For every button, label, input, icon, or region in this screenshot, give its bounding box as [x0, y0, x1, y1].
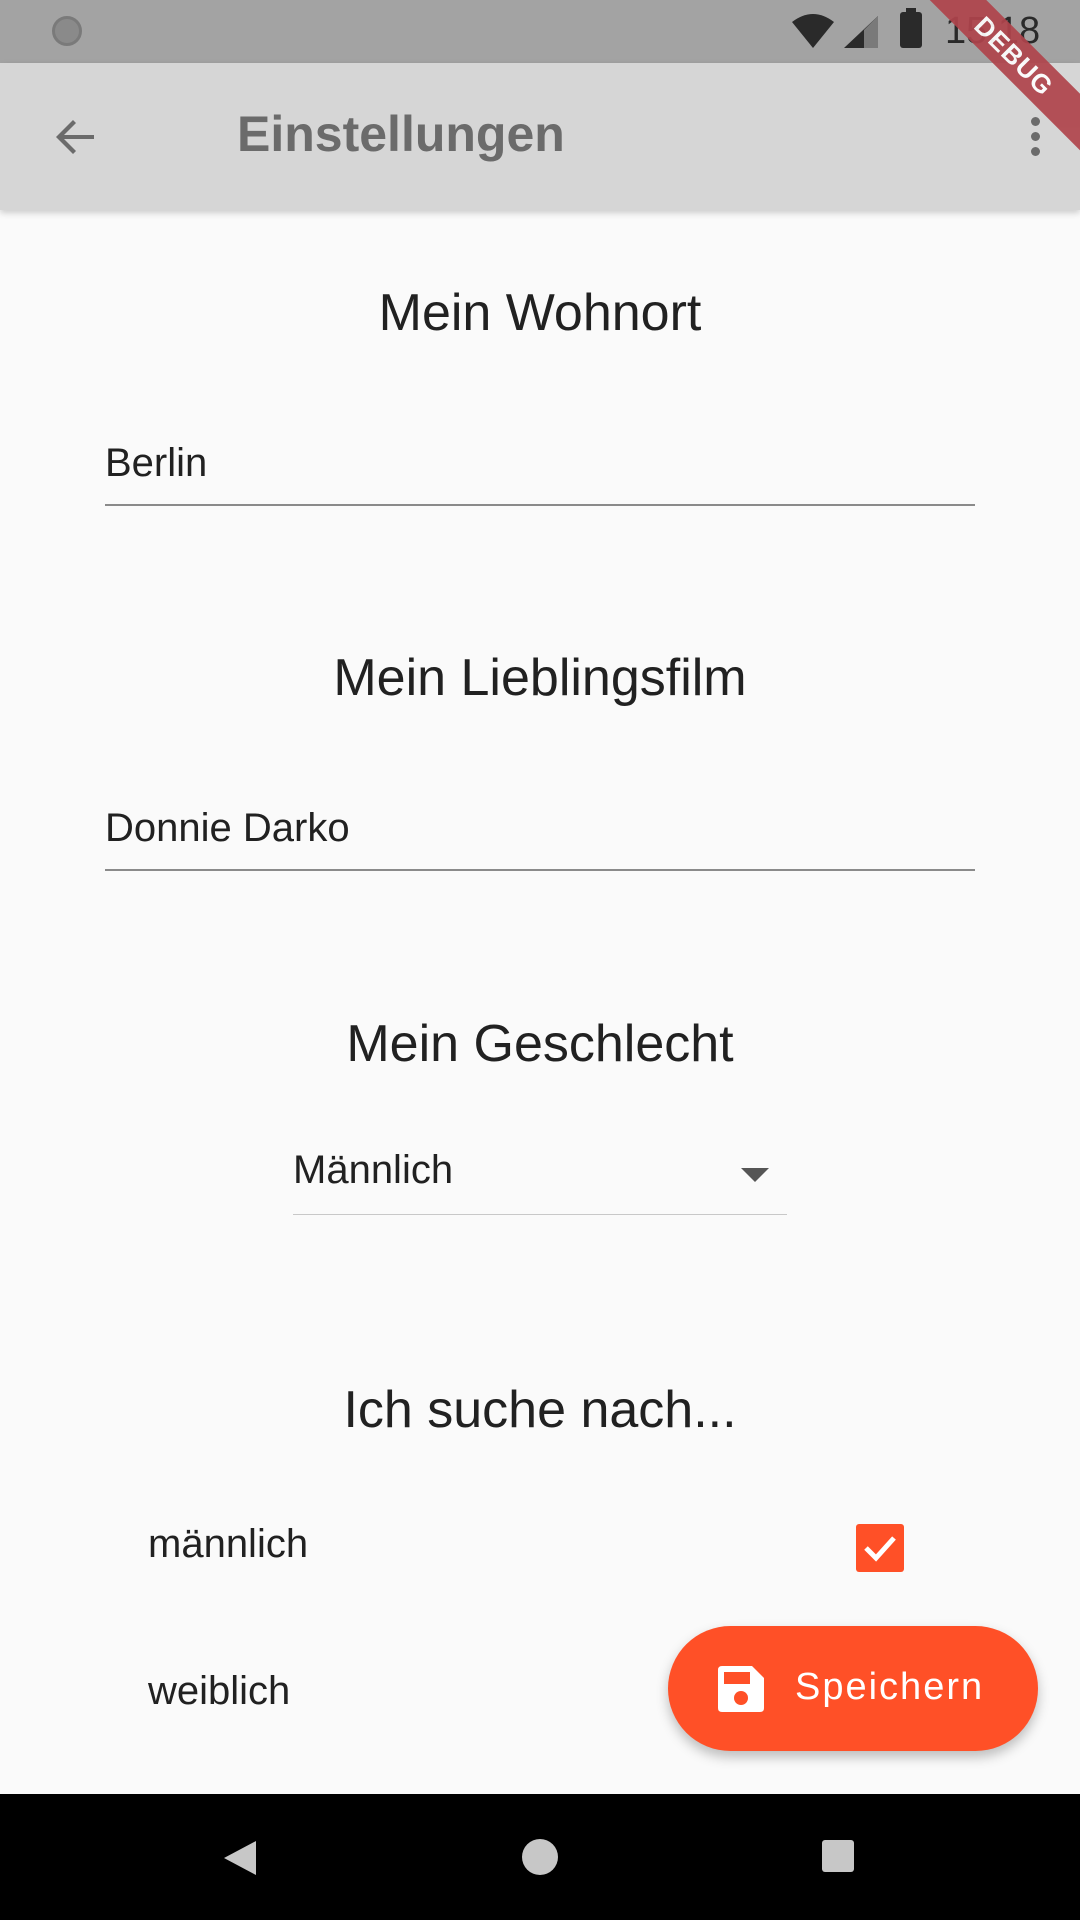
battery-icon — [900, 8, 922, 48]
wohnort-value: Berlin — [105, 441, 208, 485]
dropdown-arrow-icon — [741, 1168, 769, 1182]
geschlecht-title: Mein Geschlecht — [346, 1015, 734, 1073]
notification-icon — [52, 16, 82, 46]
overflow-menu-icon[interactable] — [1020, 111, 1050, 171]
lieblingsfilm-value: Donnie Darko — [105, 806, 350, 850]
checkbox-maennlich[interactable] — [856, 1524, 904, 1572]
lieblingsfilm-input[interactable]: Donnie Darko — [105, 784, 975, 871]
wohnort-title: Mein Wohnort — [378, 284, 702, 342]
checkbox-label: weiblich — [148, 1669, 291, 1713]
back-arrow-icon[interactable] — [46, 107, 106, 167]
nav-back-icon[interactable] — [222, 1839, 258, 1877]
page-title: Einstellungen — [237, 106, 565, 162]
save-button[interactable]: Speichern — [668, 1626, 1038, 1751]
checkbox-row-maennlich[interactable]: männlich — [0, 1498, 1080, 1598]
nav-recents-icon[interactable] — [822, 1840, 854, 1872]
save-button-label: Speichern — [795, 1666, 985, 1708]
checkmark-icon — [864, 1536, 896, 1562]
signal-icon — [844, 16, 878, 48]
geschlecht-selected: Männlich — [293, 1148, 454, 1192]
wifi-icon — [792, 14, 834, 48]
suche-title: Ich suche nach... — [343, 1381, 737, 1439]
app-bar: Einstellungen — [0, 63, 1080, 210]
system-nav-bar — [0, 1794, 1080, 1920]
checkbox-label: männlich — [148, 1522, 309, 1566]
save-icon — [718, 1666, 764, 1712]
geschlecht-dropdown[interactable]: Männlich — [293, 1130, 787, 1215]
status-bar: 15:18 — [0, 0, 1080, 63]
nav-home-icon[interactable] — [522, 1839, 558, 1875]
lieblingsfilm-title: Mein Lieblingsfilm — [333, 649, 747, 707]
wohnort-input[interactable]: Berlin — [105, 419, 975, 506]
